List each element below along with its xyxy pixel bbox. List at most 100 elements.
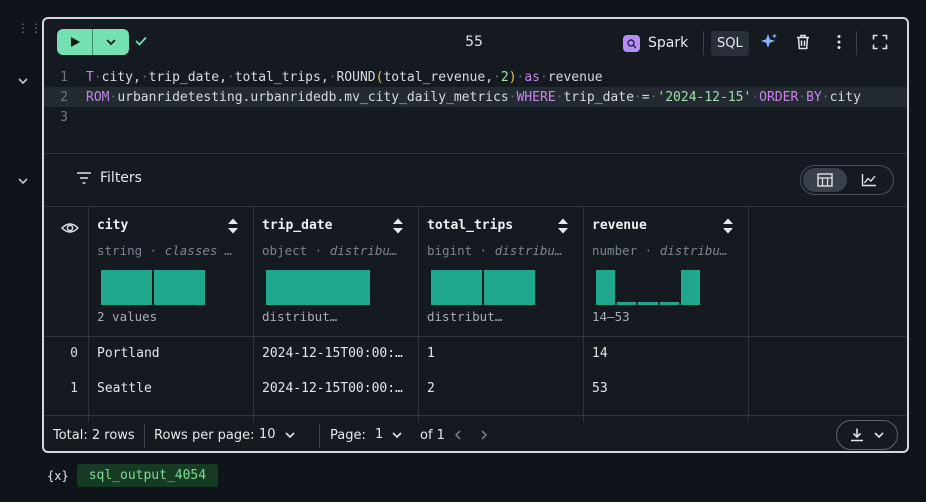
histogram-bar: [154, 270, 205, 305]
column-header-trip-date[interactable]: trip_date object · distribu… distribut…: [253, 206, 418, 337]
previous-page-icon[interactable]: [452, 429, 464, 441]
toolbar-divider: [703, 31, 704, 55]
collapse-editor-chevron-icon[interactable]: [15, 73, 31, 89]
column-subtitle: classes …: [164, 243, 233, 258]
cell-total-trips: 2: [427, 381, 435, 396]
run-button-group: [57, 29, 129, 55]
trash-icon[interactable]: [793, 32, 813, 52]
whitespace-marker: ·: [140, 69, 149, 85]
code-token: ORDER: [759, 89, 799, 105]
drag-handle-icon[interactable]: ⋮⋮: [17, 22, 43, 34]
ai-sparkle-icon[interactable]: [759, 32, 779, 52]
line-number: 3: [60, 109, 68, 125]
filter-icon: [77, 172, 91, 184]
whitespace-marker: ·: [93, 69, 102, 85]
chevron-down-icon: [392, 431, 402, 438]
column-histogram: [101, 269, 246, 305]
column-type: object · distribu…: [262, 243, 398, 258]
kernel-selector[interactable]: Spark: [623, 32, 688, 54]
cell-city: Seattle: [97, 381, 152, 396]
next-page-icon[interactable]: [478, 429, 490, 441]
chevron-down-icon: [874, 432, 884, 439]
histogram-bar: [638, 301, 658, 305]
column-header-city[interactable]: city string · classes … 2 values: [88, 206, 253, 337]
histogram-bar: [431, 270, 482, 305]
eye-icon[interactable]: [61, 221, 79, 235]
cell-trip-date: 2024-12-15T00:00:…: [262, 346, 403, 361]
chevron-down-icon: [106, 39, 116, 46]
code-token: ): [508, 69, 517, 85]
chart-view-button[interactable]: [847, 168, 891, 192]
code-token: =: [641, 89, 650, 105]
run-options-button[interactable]: [93, 29, 129, 55]
cell-revenue: 53: [592, 381, 608, 396]
run-button[interactable]: [57, 29, 93, 55]
filters-button[interactable]: Filters: [76, 170, 142, 186]
column-histogram: [431, 269, 576, 305]
view-toggle: [800, 165, 894, 195]
download-button[interactable]: [836, 420, 898, 450]
column-summary: distribut…: [427, 309, 503, 324]
column-name: total_trips: [427, 218, 514, 233]
page-of-label: of 1: [420, 428, 445, 443]
code-token: BY: [806, 89, 822, 105]
whitespace-marker: ·: [798, 89, 807, 105]
more-options-icon[interactable]: [829, 32, 849, 52]
sort-icon[interactable]: [722, 217, 734, 235]
column-summary: 2 values: [97, 309, 158, 324]
code-line-2: 2 ROM · urbanridetesting.urbanridedb.mv_ci…: [44, 87, 907, 107]
table-row[interactable]: 0 Portland 2024-12-15T00:00:… 1 14: [44, 337, 907, 372]
total-rows-label: Total: 2 rows: [53, 428, 135, 443]
variable-name[interactable]: sql_output_4054: [76, 464, 219, 487]
whitespace-marker: ·: [226, 69, 235, 85]
column-subtitle: distribu…: [659, 243, 728, 258]
fullscreen-icon[interactable]: [870, 32, 890, 52]
column-dtype: string: [97, 243, 143, 258]
table-footer: Total: 2 rows Rows per page: 10 Page: 1 …: [44, 415, 907, 451]
sort-icon[interactable]: [392, 217, 404, 235]
data-table: city string · classes … 2 values trip_date o…: [44, 206, 907, 422]
cell-trip-date: 2024-12-15T00:00:…: [262, 381, 403, 396]
page-select[interactable]: 1: [375, 427, 403, 442]
sort-icon[interactable]: [557, 217, 569, 235]
rows-per-page-select[interactable]: 10: [259, 427, 296, 442]
column-header-revenue[interactable]: revenue number · distribu… 14—53: [583, 206, 748, 337]
column-header-total-trips[interactable]: total_tripsbigint · distribu… distribut…: [418, 206, 583, 337]
code-token: T: [86, 69, 94, 85]
column-type: string · classes …: [97, 243, 233, 258]
footer-divider: [319, 424, 320, 448]
sort-icon[interactable]: [227, 217, 239, 235]
table-row[interactable]: 1 Seattle 2024-12-15T00:00:… 2 53: [44, 372, 907, 407]
column-type: bigint · distribu…: [427, 243, 563, 258]
code-token: city,: [101, 69, 141, 85]
line-number: 2: [60, 89, 68, 105]
code-text: ROM · urbanridetesting.urbanridedb.mv_city…: [70, 90, 861, 105]
row-index: 1: [70, 381, 78, 396]
table-view-button[interactable]: [803, 168, 847, 192]
line-number: 1: [60, 69, 68, 85]
whitespace-marker: ·: [633, 89, 642, 105]
success-check-icon: [135, 36, 147, 46]
page-value: 1: [375, 427, 384, 442]
table-icon: [817, 173, 833, 187]
kernel-label: Spark: [648, 35, 689, 51]
column-subtitle: distribu…: [494, 243, 563, 258]
cell-toolbar: 55 Spark SQL: [44, 19, 907, 67]
column-name: revenue: [592, 218, 647, 233]
line-chart-icon: [861, 174, 876, 187]
spark-icon: [623, 34, 640, 52]
code-editor[interactable]: 1 T·city,·trip_date,·total_trips,·ROUND(…: [44, 67, 907, 153]
language-selector[interactable]: SQL: [711, 31, 749, 56]
code-token: ROM: [86, 89, 110, 105]
histogram-bar: [596, 270, 616, 305]
cell-total-trips: 1: [427, 346, 435, 361]
column-dtype: number: [592, 243, 638, 258]
output-variable: {x} sql_output_4054: [47, 464, 219, 487]
histogram-bar: [101, 270, 152, 305]
cell-city: Portland: [97, 346, 160, 361]
column-summary: 14—53: [592, 309, 630, 324]
code-token: revenue: [547, 69, 603, 85]
collapse-output-chevron-icon[interactable]: [15, 173, 31, 189]
code-token: trip_date: [563, 89, 634, 105]
code-token: city: [829, 89, 861, 105]
